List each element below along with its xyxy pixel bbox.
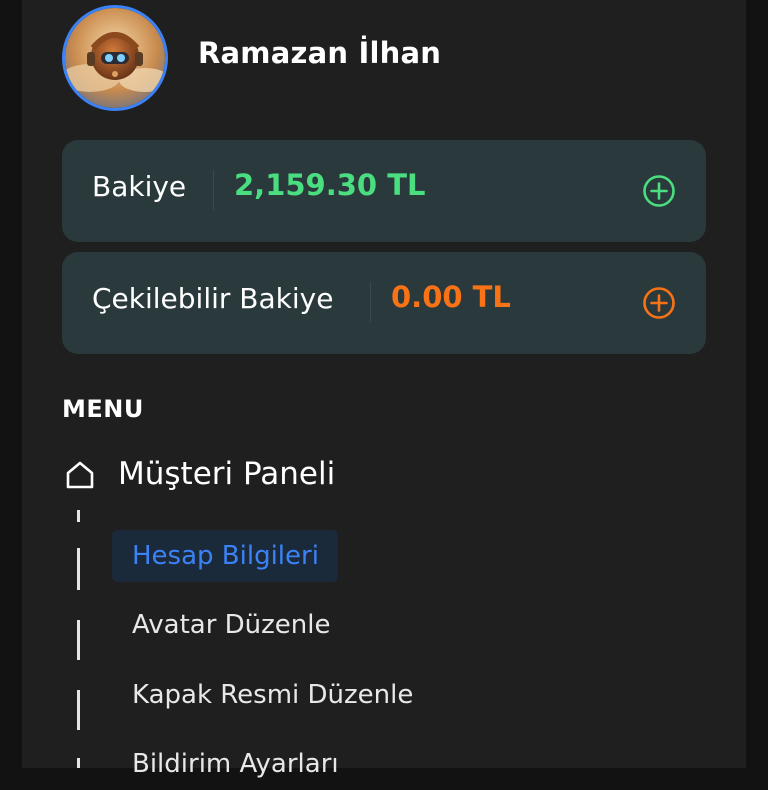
card-divider (370, 282, 371, 322)
tree-line (77, 758, 80, 768)
add-balance-button[interactable] (642, 174, 676, 208)
menu-item-kapak-resmi-duzenle[interactable]: Kapak Resmi Düzenle (112, 669, 433, 721)
tree-line (77, 548, 80, 590)
balance-value: 2,159.30 TL (234, 168, 426, 202)
add-withdrawable-button[interactable] (642, 286, 676, 320)
home-icon (66, 461, 94, 489)
withdrawable-balance-card: Çekilebilir Bakiye 0.00 TL (62, 252, 706, 354)
plus-circle-icon (643, 175, 675, 207)
tree-line (77, 690, 80, 730)
card-divider (213, 170, 214, 210)
menu-title: MENU (62, 395, 144, 423)
avatar-image (65, 8, 165, 108)
balance-label: Bakiye (92, 170, 187, 203)
plus-circle-icon (643, 287, 675, 319)
balance-card: Bakiye 2,159.30 TL (62, 140, 706, 242)
tree-line (77, 510, 80, 522)
menu-item-hesap-bilgileri[interactable]: Hesap Bilgileri (112, 530, 338, 582)
menu-item-musteri-paneli[interactable]: Müşteri Paneli (118, 456, 335, 492)
sidebar-panel (22, 0, 746, 768)
avatar[interactable] (62, 5, 168, 111)
tree-line (77, 620, 80, 660)
withdrawable-balance-value: 0.00 TL (391, 280, 511, 314)
withdrawable-balance-label: Çekilebilir Bakiye (92, 282, 334, 315)
menu-item-bildirim-ayarlari[interactable]: Bildirim Ayarları (112, 738, 359, 790)
menu-item-avatar-duzenle[interactable]: Avatar Düzenle (112, 599, 351, 651)
user-name: Ramazan İlhan (198, 36, 442, 70)
